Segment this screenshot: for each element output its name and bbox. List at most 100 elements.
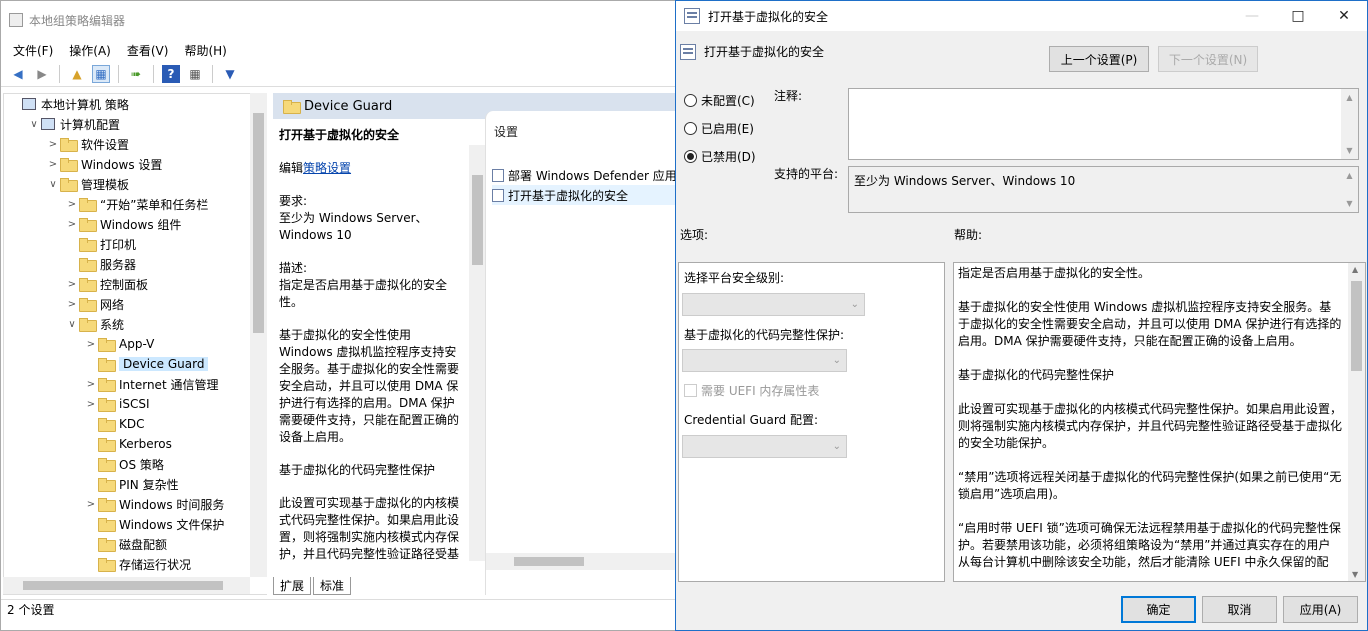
show-tree-icon[interactable]: ▦ [92, 64, 110, 83]
tree-item[interactable]: > 软件设置 [46, 134, 129, 154]
policy-icon [684, 8, 700, 24]
tree-hscrollbar-thumb[interactable] [23, 581, 223, 590]
tab-extended[interactable]: 扩展 [273, 577, 312, 595]
chevron-right-icon[interactable]: > [46, 159, 60, 170]
tree-item[interactable]: > “开始”菜单和任务栏 [65, 194, 208, 214]
uefi-checkbox[interactable]: 需要 UEFI 内存属性表 [684, 382, 819, 399]
up-folder-icon[interactable]: ▲ [68, 65, 86, 83]
list-hscrollbar[interactable] [486, 553, 677, 570]
help-scrollbar-thumb[interactable] [1351, 281, 1362, 371]
tree-item[interactable]: ∨ 计算机配置 [27, 114, 120, 134]
forward-arrow-icon[interactable]: ▶ [33, 65, 51, 83]
list-item[interactable]: 部署 Windows Defender 应用 [492, 165, 677, 185]
platform-scrollbar[interactable]: ▲ ▼ [1341, 167, 1358, 212]
chevron-right-icon[interactable]: > [46, 139, 60, 150]
folder-icon [60, 158, 78, 172]
tree-item[interactable]: > Internet 通信管理 [84, 374, 218, 394]
tree-item[interactable]: > 网络 [65, 294, 124, 314]
scroll-up-icon[interactable]: ▲ [1352, 265, 1358, 274]
chevron-right-icon[interactable]: > [84, 339, 98, 350]
tree-item[interactable]: 打印机 [65, 234, 136, 254]
next-setting-button[interactable]: 下一个设置(N) [1158, 46, 1258, 72]
menu-action[interactable]: 操作(A) [63, 42, 117, 59]
policy-icon [680, 43, 696, 60]
tree-item[interactable]: > App-V [84, 334, 154, 354]
description-scrollbar-thumb[interactable] [472, 175, 483, 265]
minimize-icon[interactable]: — [1229, 1, 1275, 31]
menu-help[interactable]: 帮助(H) [178, 42, 232, 59]
tree-item[interactable]: > iSCSI [84, 394, 150, 414]
comment-field[interactable]: ▲ ▼ [848, 88, 1359, 160]
chevron-right-icon[interactable]: > [65, 299, 79, 310]
toolbar-divider [118, 64, 119, 83]
tree-item[interactable]: 存储运行状况 [84, 554, 191, 574]
menu-view[interactable]: 查看(V) [121, 42, 175, 59]
tree-hscrollbar[interactable] [3, 577, 250, 594]
tree-item[interactable]: > Windows 时间服务 [84, 494, 224, 514]
chevron-right-icon[interactable]: > [65, 199, 79, 210]
tree-scrollbar[interactable] [250, 93, 267, 577]
list-item[interactable]: 打开基于虚拟化的安全 [492, 185, 677, 205]
ok-button[interactable]: 确定 [1121, 596, 1196, 623]
description-label: 描述: [279, 261, 308, 275]
tree-item[interactable]: > Windows 设置 [46, 154, 162, 174]
help-icon[interactable]: ? [162, 64, 180, 83]
tree-item[interactable]: Windows 文件保护 [84, 514, 224, 534]
comment-scrollbar[interactable]: ▲ ▼ [1341, 89, 1358, 159]
tree-item[interactable]: ∨ 系统 [65, 314, 124, 334]
tree-item-label: 控制面板 [100, 277, 149, 292]
tree-item[interactable]: 本地计算机 策略 [8, 94, 129, 114]
apply-button[interactable]: 应用(A) [1283, 596, 1358, 623]
credential-guard-select[interactable]: ⌄ [682, 435, 847, 458]
close-icon[interactable]: ✕ [1321, 1, 1367, 31]
radio-disabled[interactable]: 已禁用(D) [684, 148, 756, 165]
maximize-icon[interactable]: □ [1275, 1, 1321, 31]
tree-item[interactable]: ∨ 管理模板 [46, 174, 129, 194]
list-header-setting[interactable]: 设置 [494, 123, 518, 140]
radio-not-configured[interactable]: 未配置(C) [684, 92, 755, 109]
tree-item[interactable]: OS 策略 [84, 454, 164, 474]
tree-item[interactable]: 服务器 [65, 254, 136, 274]
export-list-icon[interactable]: ➠ [127, 65, 145, 83]
chevron-down-icon[interactable]: ∨ [65, 319, 79, 330]
description-scrollbar[interactable] [469, 145, 486, 561]
scroll-up-icon[interactable]: ▲ [1346, 93, 1352, 102]
tree-item[interactable]: > 控制面板 [65, 274, 148, 294]
cancel-button[interactable]: 取消 [1202, 596, 1277, 623]
previous-setting-button[interactable]: 上一个设置(P) [1049, 46, 1149, 72]
chevron-down-icon[interactable]: ∨ [46, 179, 60, 190]
chevron-right-icon[interactable]: > [84, 399, 98, 410]
tree-item-label: Device Guard [119, 357, 209, 371]
tree-item[interactable]: Device Guard [84, 354, 209, 374]
radio-enabled[interactable]: 已启用(E) [684, 120, 754, 137]
chevron-right-icon[interactable]: > [84, 379, 98, 390]
tree-item[interactable]: Kerberos [84, 434, 172, 454]
tree-item[interactable]: 磁盘配额 [84, 534, 167, 554]
tree-item[interactable]: PIN 复杂性 [84, 474, 179, 494]
tree-item[interactable]: > Windows 组件 [65, 214, 181, 234]
scroll-up-icon[interactable]: ▲ [1346, 171, 1352, 180]
edit-policy-link[interactable]: 策略设置 [303, 161, 351, 175]
chevron-down-icon[interactable]: ∨ [27, 119, 41, 130]
policy-tree[interactable]: 本地计算机 策略 ∨ 计算机配置 > 软件设置 > Windows 设置 ∨ 管理模板 > “开始”… [3, 93, 267, 595]
list-hscrollbar-thumb[interactable] [514, 557, 584, 566]
requirements-block: 要求: 至少为 Windows Server、Windows 10 [279, 193, 465, 244]
tab-standard[interactable]: 标准 [313, 577, 352, 595]
chevron-right-icon[interactable]: > [65, 219, 79, 230]
chevron-right-icon[interactable]: > [65, 279, 79, 290]
platform-level-select[interactable]: ⌄ [682, 293, 865, 316]
help-scrollbar[interactable]: ▲ ▼ [1348, 263, 1365, 581]
tree-item[interactable]: KDC [84, 414, 145, 434]
properties-icon[interactable]: ▦ [186, 65, 204, 83]
scroll-down-icon[interactable]: ▼ [1346, 146, 1352, 155]
code-integrity-select[interactable]: ⌄ [682, 349, 847, 372]
scroll-down-icon[interactable]: ▼ [1352, 570, 1358, 579]
chevron-right-icon[interactable]: > [84, 499, 98, 510]
menu-file[interactable]: 文件(F) [7, 42, 59, 59]
filter-icon[interactable]: ▼ [221, 65, 239, 83]
folder-icon [79, 198, 97, 212]
tree-scrollbar-thumb[interactable] [253, 113, 264, 333]
help-label: 帮助: [954, 228, 983, 242]
scroll-down-icon[interactable]: ▼ [1346, 199, 1352, 208]
back-arrow-icon[interactable]: ◀ [9, 65, 27, 83]
